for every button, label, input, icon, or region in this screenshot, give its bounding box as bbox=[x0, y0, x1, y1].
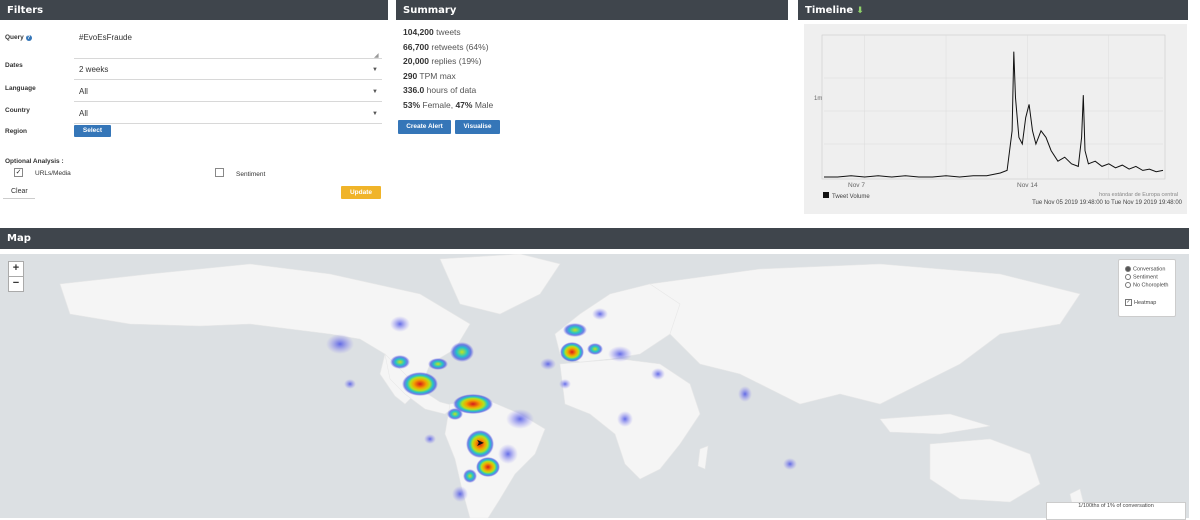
timeline-title: Timeline bbox=[805, 5, 854, 16]
question-circle-icon[interactable]: ? bbox=[25, 35, 32, 41]
timeline-range: Tue Nov 05 2019 19:48:00 to Tue Nov 19 2… bbox=[1032, 200, 1182, 206]
timeline-header: Timeline ⬇ bbox=[798, 0, 1188, 20]
language-select[interactable]: All bbox=[79, 87, 88, 96]
summary-row-replies: 20,000 replies (19%) bbox=[403, 56, 482, 66]
y-tick-label: 1m bbox=[814, 96, 822, 102]
timeline-panel: 1m Nov 7 Nov 14 Tweet Volume hora estánd… bbox=[804, 24, 1187, 214]
cursor-icon: ➤ bbox=[476, 438, 485, 449]
checkbox-icon[interactable]: ✓ bbox=[1125, 299, 1132, 306]
map-layer-control: Conversation Sentiment No Choropleth ✓ He… bbox=[1118, 259, 1176, 317]
layer-no-choropleth-option[interactable]: No Choropleth bbox=[1125, 282, 1168, 288]
summary-row-gender: 53% Female, 47% Male bbox=[403, 100, 494, 110]
optional-analysis-label: Optional Analysis : bbox=[5, 158, 64, 165]
country-label: Country bbox=[5, 107, 30, 114]
urls-media-checkbox[interactable]: ✓ bbox=[14, 168, 23, 177]
query-input-underline bbox=[74, 58, 382, 59]
continents bbox=[59, 254, 1086, 518]
country-select[interactable]: All bbox=[79, 109, 88, 118]
radio-icon[interactable] bbox=[1125, 282, 1131, 288]
x-tick-label-nov14: Nov 14 bbox=[1017, 182, 1038, 189]
legend-label: Tweet Volume bbox=[832, 194, 870, 200]
greenland bbox=[439, 254, 561, 315]
query-label: Query ? bbox=[5, 34, 32, 41]
timeline-chart: 1m Nov 7 Nov 14 Tweet Volume hora estánd… bbox=[814, 34, 1178, 200]
world-map[interactable]: ➤ bbox=[0, 254, 1189, 518]
layer-heatmap-option[interactable]: ✓ Heatmap bbox=[1125, 299, 1156, 306]
zoom-out-button[interactable]: − bbox=[8, 276, 24, 292]
language-caret-icon[interactable]: ▼ bbox=[372, 89, 378, 95]
summary-row-retweets: 66,700 retweets (64%) bbox=[403, 42, 489, 52]
urls-media-label: URLs/Media bbox=[35, 170, 71, 177]
radio-icon[interactable] bbox=[1125, 274, 1131, 280]
language-underline bbox=[74, 101, 382, 102]
layer-sentiment-option[interactable]: Sentiment bbox=[1125, 274, 1158, 280]
create-alert-button[interactable]: Create Alert bbox=[398, 120, 451, 134]
visualise-button[interactable]: Visualise bbox=[455, 120, 500, 134]
filters-title: Filters bbox=[7, 5, 44, 16]
summary-row-hours: 336.0 hours of data bbox=[403, 85, 477, 95]
australia bbox=[929, 438, 1041, 503]
zoom-in-button[interactable]: + bbox=[8, 261, 24, 277]
indonesia bbox=[879, 413, 991, 435]
world-map-canvas bbox=[59, 254, 1086, 518]
clear-button[interactable]: Clear bbox=[3, 185, 35, 199]
x-tick-label-nov7: Nov 7 bbox=[848, 182, 865, 189]
summary-title: Summary bbox=[403, 5, 457, 16]
madagascar bbox=[697, 445, 709, 470]
map-title: Map bbox=[7, 233, 31, 244]
summary-row-tpm: 290 TPM max bbox=[403, 71, 456, 81]
sentiment-label: Sentiment bbox=[236, 171, 266, 178]
dates-select[interactable]: 2 weeks bbox=[79, 65, 108, 74]
query-input[interactable]: #EvoEsFraude bbox=[79, 33, 132, 42]
map-legend: 1/100ths of 1% of conversation bbox=[1046, 502, 1186, 520]
summary-header: Summary bbox=[396, 0, 788, 20]
sentiment-checkbox[interactable] bbox=[215, 168, 224, 177]
layer-conversation-option[interactable]: Conversation bbox=[1125, 266, 1165, 272]
dates-underline bbox=[74, 79, 382, 80]
dates-caret-icon[interactable]: ▼ bbox=[372, 67, 378, 73]
summary-row-tweets: 104,200 tweets bbox=[403, 27, 461, 37]
language-label: Language bbox=[5, 85, 36, 92]
region-label: Region bbox=[5, 128, 28, 135]
download-icon[interactable]: ⬇ bbox=[856, 6, 864, 16]
timezone-note: hora estándar de Europa central bbox=[1099, 192, 1178, 198]
radio-icon[interactable] bbox=[1125, 266, 1131, 272]
region-select-button[interactable]: Select bbox=[74, 125, 111, 137]
country-caret-icon[interactable]: ▼ bbox=[372, 111, 378, 117]
asia bbox=[649, 263, 1081, 405]
update-button[interactable]: Update bbox=[341, 186, 381, 199]
country-underline bbox=[74, 123, 382, 124]
legend-swatch bbox=[823, 192, 829, 198]
dates-label: Dates bbox=[5, 62, 23, 69]
map-header: Map bbox=[0, 228, 1189, 249]
filters-header: Filters bbox=[0, 0, 388, 20]
resize-handle-icon[interactable]: ◢ bbox=[374, 52, 379, 59]
